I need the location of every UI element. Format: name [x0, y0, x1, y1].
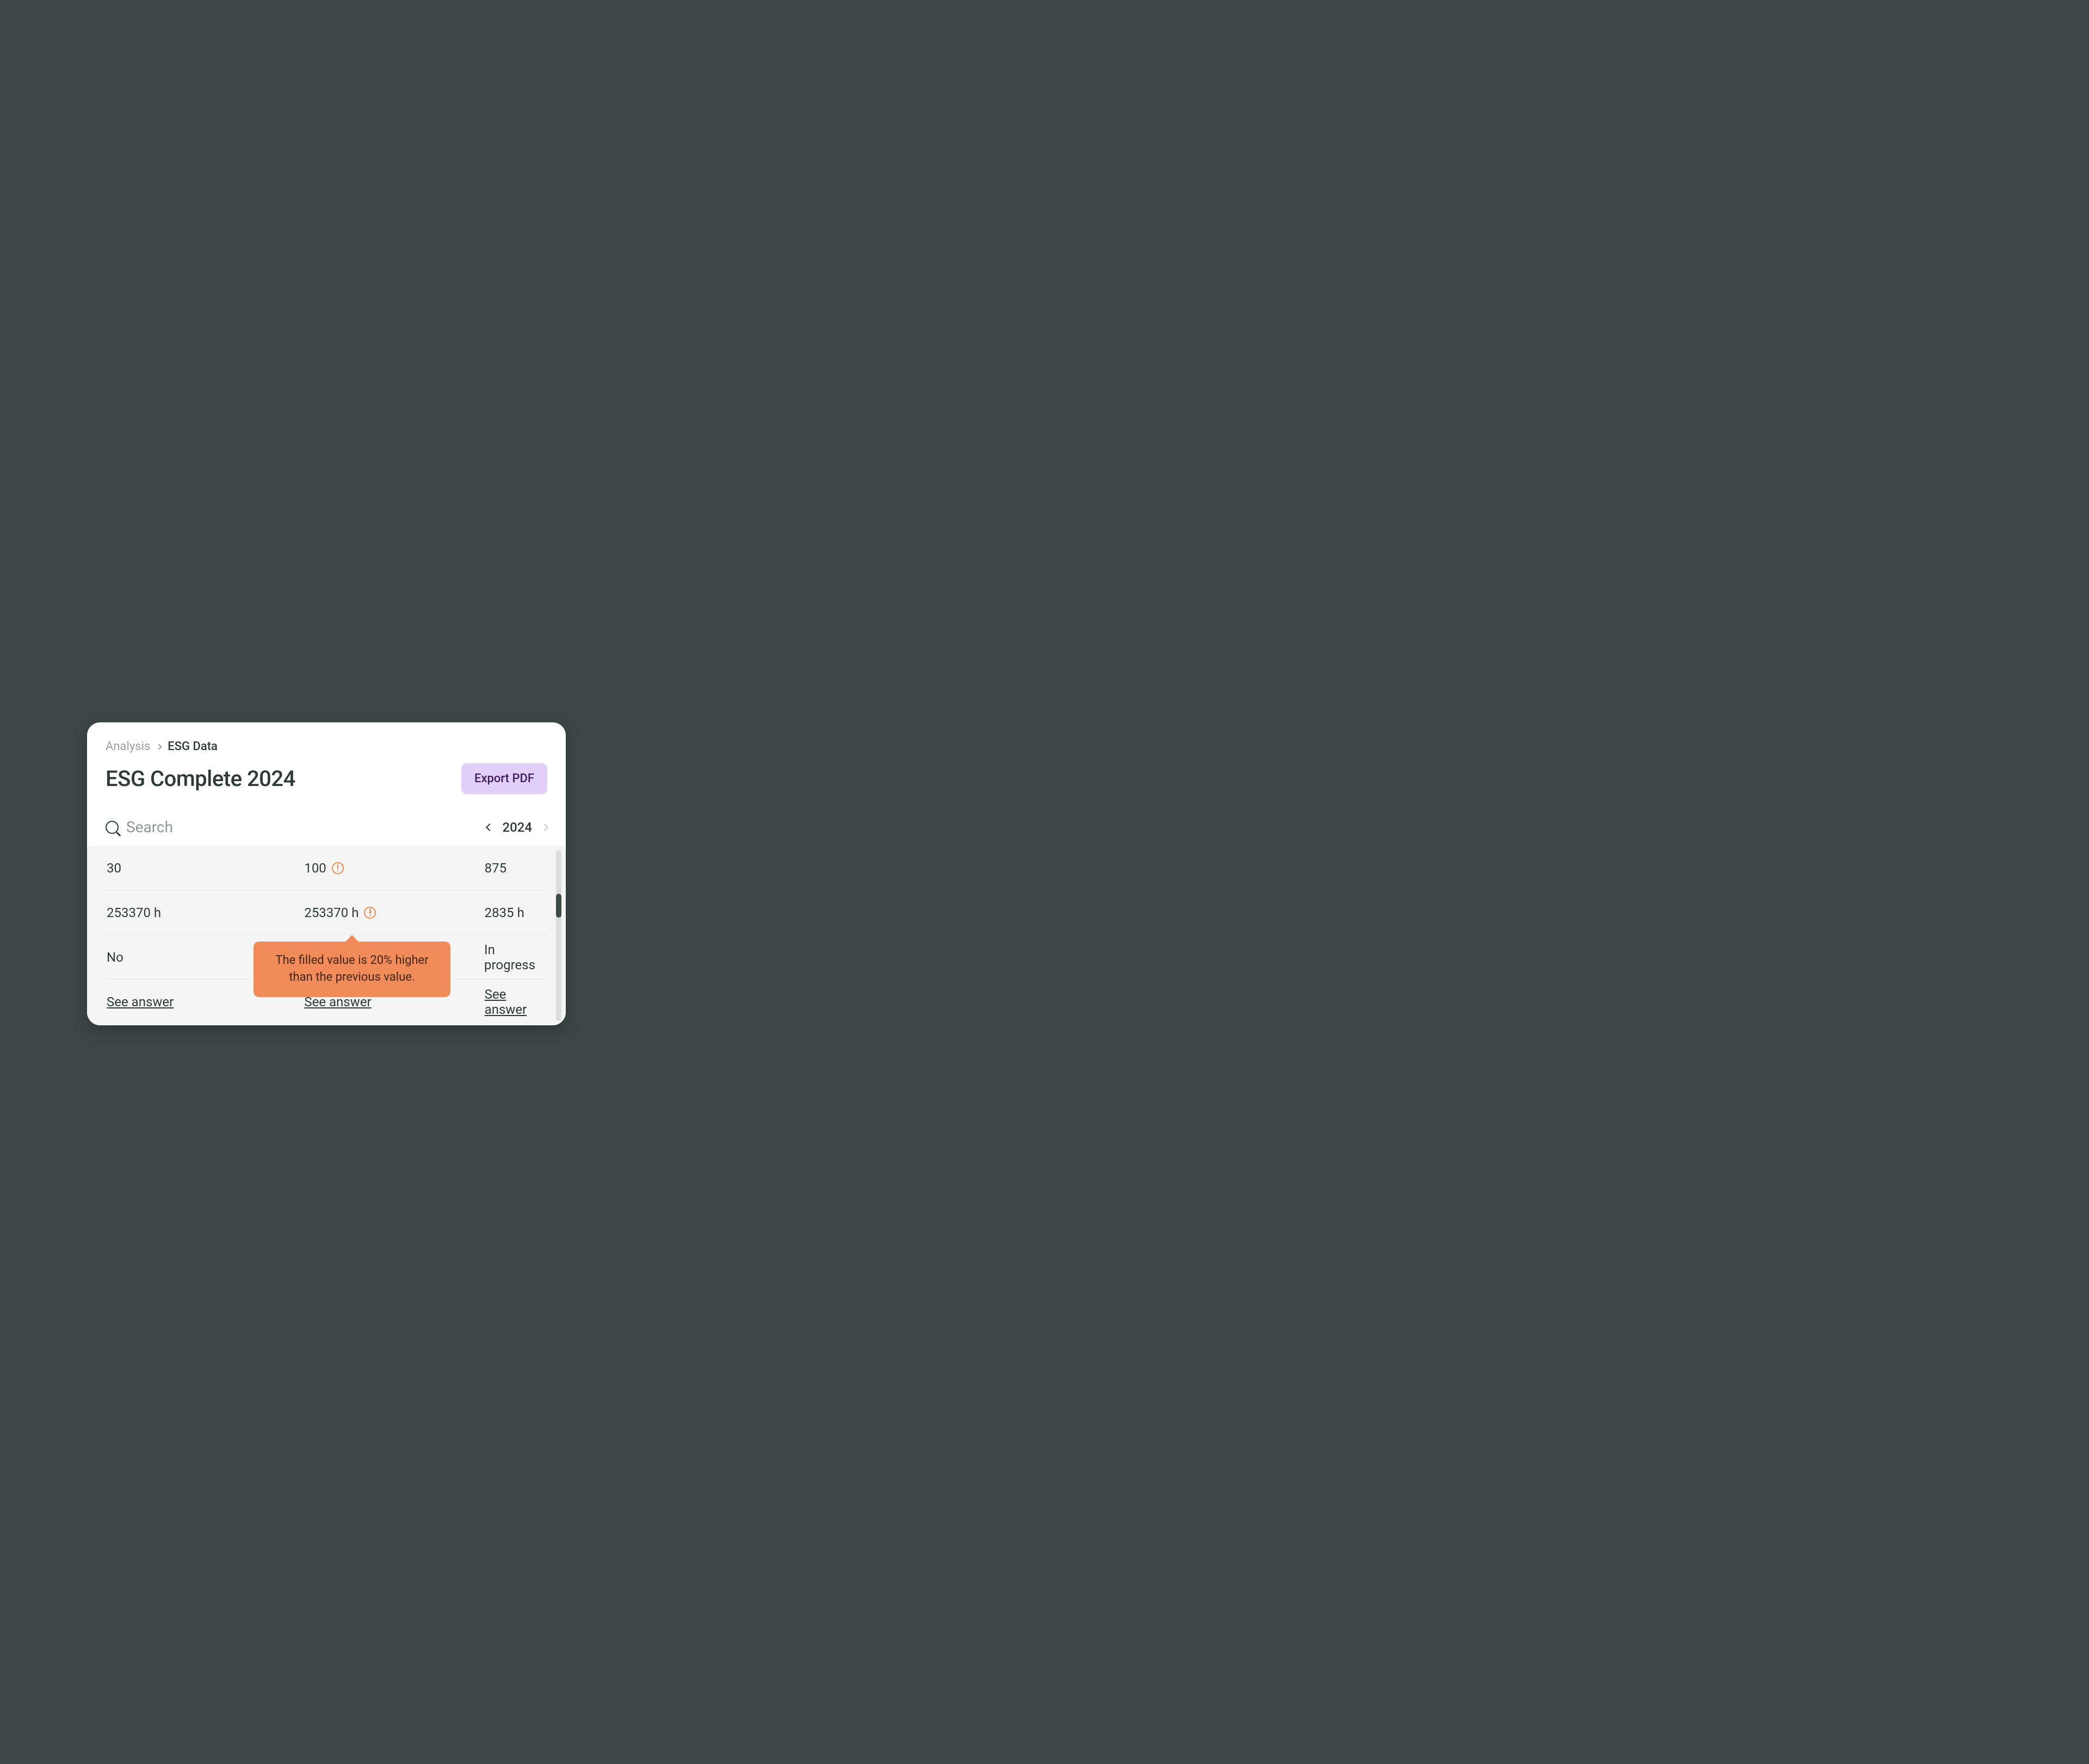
- toolbar: 2024: [106, 818, 547, 836]
- warning-icon[interactable]: [364, 907, 376, 919]
- cell-text: 100: [304, 861, 326, 876]
- chevron-right-icon[interactable]: [541, 823, 548, 831]
- cell-value: 100: [249, 861, 392, 876]
- table-row: 253370 h 253370 h 2835 h: [106, 890, 547, 935]
- cell-value: No: [106, 950, 249, 965]
- search-icon: [106, 821, 119, 834]
- cell-value: 875: [392, 861, 535, 876]
- see-answer-link[interactable]: See answer: [106, 994, 249, 1010]
- breadcrumb-current: ESG Data: [168, 740, 218, 753]
- cell-value: 30: [106, 861, 249, 876]
- export-pdf-button[interactable]: Export PDF: [461, 763, 547, 794]
- title-row: ESG Complete 2024 Export PDF: [106, 763, 547, 794]
- search-input[interactable]: [126, 818, 289, 836]
- chevron-left-icon[interactable]: [486, 823, 493, 831]
- data-grid: 30 100 875 253370 h 253370 h 2835 h No I…: [87, 846, 566, 1025]
- cell-value: 253370 h: [106, 905, 249, 920]
- warning-tooltip: The filled value is 20% higher than the …: [254, 942, 450, 997]
- breadcrumb-parent[interactable]: Analysis: [106, 740, 150, 753]
- cell-value: 253370 h: [249, 905, 392, 920]
- scrollbar-track[interactable]: [556, 850, 561, 1021]
- page-title: ESG Complete 2024: [106, 766, 295, 791]
- breadcrumb: Analysis ESG Data: [106, 740, 547, 753]
- year-value: 2024: [502, 820, 532, 835]
- search-field[interactable]: [106, 818, 289, 836]
- cell-value: 2835 h: [392, 905, 535, 920]
- table-row: 30 100 875: [106, 846, 547, 890]
- main-card: Analysis ESG Data ESG Complete 2024 Expo…: [87, 722, 566, 1025]
- warning-icon[interactable]: [332, 862, 344, 874]
- cell-text: 253370 h: [304, 905, 359, 920]
- chevron-right-icon: [156, 744, 162, 750]
- app-background: Analysis ESG Data ESG Complete 2024 Expo…: [0, 607, 653, 1158]
- scrollbar-thumb[interactable]: [556, 894, 561, 918]
- year-navigator: 2024: [487, 820, 547, 835]
